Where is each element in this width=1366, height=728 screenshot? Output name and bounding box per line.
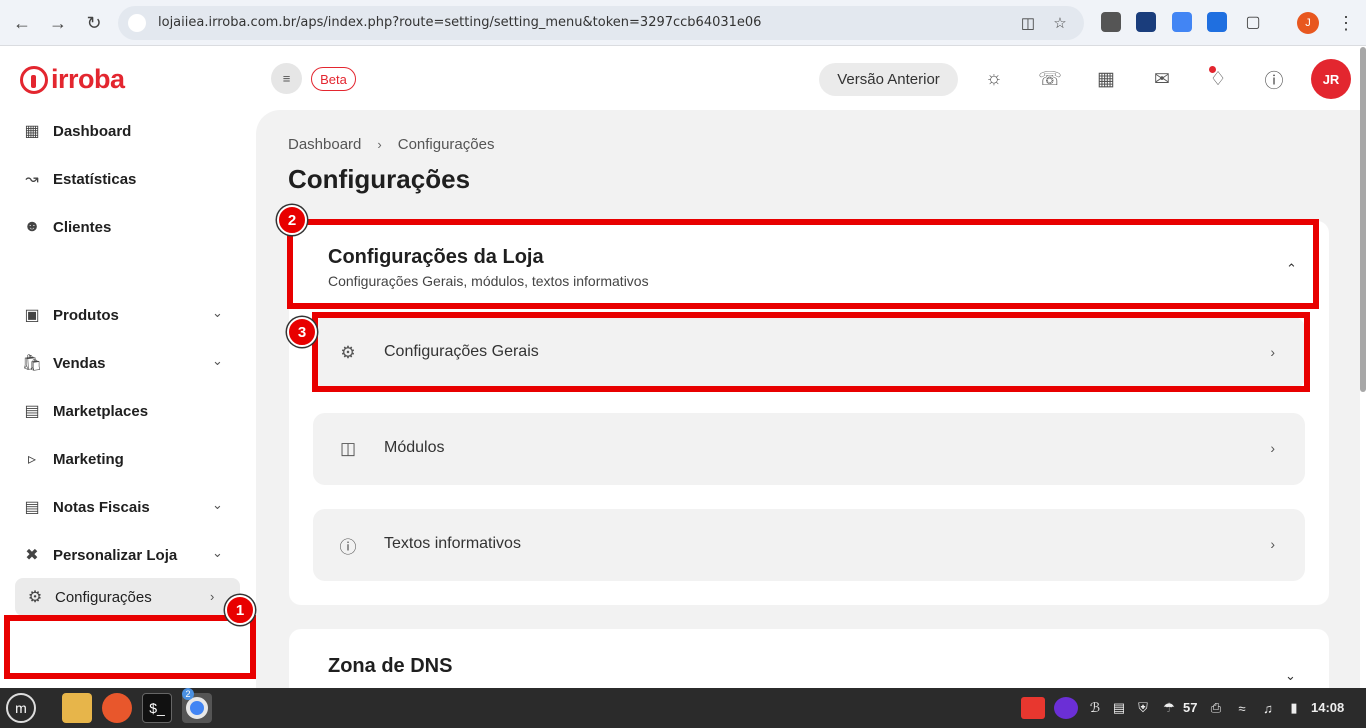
- install-icon[interactable]: ◫: [1018, 13, 1038, 33]
- row-textos-informativos[interactable]: ⓘ Textos informativos ›: [313, 509, 1305, 581]
- sidebar-item-personalizar-loja[interactable]: ✖ Personalizar Loja ⌄: [22, 543, 232, 567]
- breadcrumb-dashboard[interactable]: Dashboard: [288, 136, 361, 153]
- notification-dot: [1209, 66, 1216, 73]
- chart-icon: ↝: [25, 171, 39, 188]
- bluetooth-icon[interactable]: ℬ: [1086, 699, 1104, 717]
- qr-extension-icon[interactable]: [1101, 12, 1121, 32]
- users-icon: ☻: [23, 218, 41, 235]
- sidebar-item-dashboard[interactable]: ▦ Dashboard: [22, 119, 232, 143]
- puzzle-icon[interactable]: ▢: [1243, 12, 1263, 32]
- theme-sun-icon[interactable]: ☼: [981, 66, 1007, 92]
- chevron-down-icon: ⌄: [212, 545, 223, 560]
- highlight-box-1: [4, 615, 256, 679]
- breadcrumb-configuracoes: Configurações: [397, 136, 495, 153]
- mint-menu-icon[interactable]: m: [6, 693, 36, 723]
- tools-icon: ✖: [25, 547, 39, 564]
- chevron-down-icon: ⌄: [212, 305, 223, 320]
- sidebar-item-notas-fiscais[interactable]: ▤ Notas Fiscais ⌄: [22, 495, 232, 519]
- mail-icon[interactable]: ✉: [1149, 66, 1175, 92]
- chevron-down-icon: ⌄: [212, 497, 223, 512]
- firefox-icon[interactable]: [102, 693, 132, 723]
- update-icon[interactable]: ☂: [1160, 699, 1178, 717]
- doc-extension-icon[interactable]: [1172, 12, 1192, 32]
- document-icon: ▤: [24, 499, 40, 516]
- user-avatar[interactable]: JR: [1311, 59, 1351, 99]
- page-title: Configurações: [288, 164, 471, 194]
- terminal-icon[interactable]: $_: [142, 693, 172, 723]
- forward-icon[interactable]: →: [44, 9, 72, 37]
- sidebar-item-clientes[interactable]: ☻ Clientes: [22, 215, 232, 239]
- box-icon: ▣: [24, 307, 40, 324]
- battery-icon[interactable]: ▮: [1285, 699, 1303, 717]
- logo-icon: [20, 65, 48, 94]
- gear-icon: ⚙: [27, 589, 43, 606]
- clipboard-icon[interactable]: ▤: [1110, 699, 1128, 717]
- calendar-icon[interactable]: ▦: [1093, 66, 1119, 92]
- bookmark-star-icon[interactable]: ☆: [1050, 13, 1070, 33]
- url-text[interactable]: lojaiiea.irroba.com.br/aps/index.php?rou…: [158, 15, 761, 30]
- layout-icon: ◫: [339, 439, 357, 458]
- grid-icon: ▦: [24, 123, 40, 140]
- whatsapp-icon[interactable]: ☏: [1037, 66, 1063, 92]
- os-taskbar: m $_ 2 ℬ ▤ ⛨ ☂ 57 ⎙ ≈ ♫ ▮ 14:08: [0, 688, 1366, 728]
- shield-icon[interactable]: ⛨: [1134, 699, 1152, 717]
- help-icon[interactable]: ⓘ: [1261, 66, 1287, 92]
- site-info-icon[interactable]: [128, 14, 146, 32]
- anydesk-icon[interactable]: [1021, 697, 1045, 719]
- irroba-logo[interactable]: irroba: [20, 64, 125, 95]
- tray-number: 57: [1183, 700, 1198, 715]
- id-extension-icon[interactable]: [1207, 12, 1227, 32]
- page-scrollbar[interactable]: [1360, 47, 1366, 392]
- back-icon[interactable]: ←: [8, 9, 36, 37]
- annotation-badge-2: 2: [277, 205, 307, 235]
- beta-badge: Beta: [311, 67, 356, 91]
- highlight-box-2: [287, 219, 1319, 309]
- megaphone-icon: ▹: [27, 451, 37, 468]
- breadcrumb: Dashboard › Configurações: [288, 136, 494, 153]
- sidebar-item-marketplaces[interactable]: ▤ Marketplaces: [22, 399, 232, 423]
- sidebar-item-estatisticas[interactable]: ↝ Estatísticas: [22, 167, 232, 191]
- bag-icon: 🛍: [21, 355, 43, 372]
- annotation-badge-1: 1: [225, 595, 255, 625]
- sidebar-item-produtos[interactable]: ▣ Produtos ⌄: [22, 303, 232, 327]
- collapse-sidebar-button[interactable]: ≡: [271, 63, 302, 94]
- sidebar-item-vendas[interactable]: 🛍 Vendas ⌄: [22, 351, 232, 375]
- section-title-zona-dns[interactable]: Zona de DNS: [328, 655, 452, 678]
- reload-icon[interactable]: ↻: [80, 9, 108, 37]
- address-bar[interactable]: lojaiiea.irroba.com.br/aps/index.php?rou…: [118, 6, 1084, 40]
- chevron-right-icon: ›: [1270, 536, 1275, 552]
- chevron-down-icon: ⌄: [212, 353, 223, 368]
- row-modulos[interactable]: ◫ Módulos ›: [313, 413, 1305, 485]
- versao-anterior-button[interactable]: Versão Anterior: [819, 63, 958, 96]
- music-icon[interactable]: ♫: [1259, 699, 1277, 717]
- breadcrumb-separator-icon: ›: [377, 137, 382, 152]
- folder-icon[interactable]: [62, 693, 92, 723]
- chevron-down-icon[interactable]: ⌄: [1285, 668, 1301, 684]
- sidebar-item-marketing[interactable]: ▹ Marketing: [22, 447, 232, 471]
- highlight-box-3: [312, 312, 1310, 392]
- wifi-icon[interactable]: ≈: [1233, 699, 1251, 717]
- clock[interactable]: 14:08: [1311, 700, 1344, 715]
- store-icon: ▤: [24, 403, 40, 420]
- printer-icon[interactable]: ⎙: [1207, 699, 1225, 717]
- chevron-right-icon: ›: [1270, 440, 1275, 456]
- sidebar-item-configuracoes[interactable]: ⚙ Configurações ›: [15, 578, 240, 616]
- annotation-badge-3: 3: [287, 317, 317, 347]
- app-tray-icon[interactable]: [1054, 697, 1078, 719]
- extension-icon[interactable]: [1136, 12, 1156, 32]
- chevron-right-icon: ›: [210, 589, 215, 604]
- profile-avatar[interactable]: J: [1297, 12, 1319, 34]
- info-icon: ⓘ: [339, 537, 357, 557]
- menu-dots-icon[interactable]: ⋮: [1332, 9, 1360, 37]
- chrome-window-count: 2: [182, 688, 194, 700]
- browser-toolbar: ← → ↻ lojaiiea.irroba.com.br/aps/index.p…: [0, 0, 1366, 46]
